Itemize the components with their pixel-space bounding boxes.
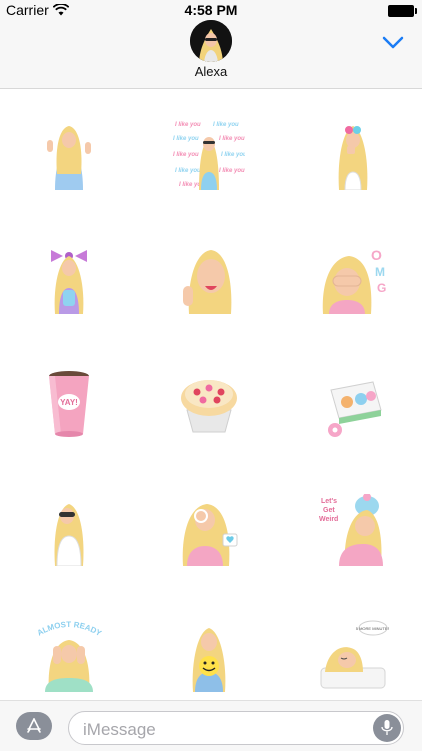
sticker-girl-sunglasses-white[interactable] [33,494,105,566]
microphone-icon [381,720,393,735]
sticker-yay-cup[interactable]: YAY! [33,368,105,440]
sticker-grid: I like you I like you I like you I like … [0,89,422,699]
imessage-input[interactable] [81,718,345,742]
sticker-donut-box[interactable] [317,368,389,440]
svg-text:I like you: I like you [173,152,199,158]
sticker-girl-peace-sign[interactable] [33,118,105,190]
avatar-portrait [190,20,232,62]
sticker-girl-sunglasses-pink[interactable] [317,118,389,190]
svg-text:ALMOST READY: ALMOST READY [36,620,104,638]
sticker-i-like-you[interactable]: I like you I like you I like you I like … [173,118,245,190]
svg-text:M: M [375,265,385,279]
status-bar: Carrier 4:58 PM [0,0,422,20]
svg-text:G: G [377,281,386,295]
svg-text:I like you: I like you [173,136,199,142]
sticker-5-more-minutes[interactable]: 5 MORE MINUTES [317,620,389,692]
svg-text:I like you: I like you [221,152,245,158]
microphone-button[interactable] [373,714,401,742]
sticker-heart-cupcake[interactable] [173,368,245,440]
svg-text:Let's: Let's [321,498,337,505]
svg-text:Get: Get [323,507,335,514]
chevron-down-icon[interactable] [382,36,404,50]
header: Carrier 4:58 PM Alexa [0,0,422,89]
svg-text:I like you: I like you [219,136,245,142]
message-input-bar [0,700,422,751]
contact-avatar[interactable] [190,20,232,62]
sticker-girl-heart-sign[interactable] [173,494,245,566]
battery-icon [388,5,417,17]
svg-text:YAY!: YAY! [60,398,78,407]
appstore-button[interactable] [16,712,52,740]
svg-text:5 MORE MINUTES: 5 MORE MINUTES [356,626,389,631]
sticker-girl-wink-tongue[interactable] [173,242,245,314]
svg-text:Weird: Weird [319,516,338,523]
appstore-icon [27,718,41,733]
sticker-lets-get-weird[interactable]: Let's Get Weird [317,494,389,566]
svg-text:I like you: I like you [175,168,201,174]
sticker-girl-omg[interactable]: O M G [317,242,389,314]
contact-name[interactable]: Alexa [0,64,422,79]
svg-text:I like you: I like you [213,122,239,128]
clock: 4:58 PM [184,2,238,18]
sticker-girl-pink-bow[interactable] [33,242,105,314]
svg-text:O: O [371,247,382,263]
imessage-field[interactable] [68,711,404,745]
svg-text:I like you: I like you [219,168,245,174]
sticker-almost-ready[interactable]: ALMOST READY [33,620,105,692]
sticker-girl-smiley-balloon[interactable] [173,620,245,692]
i-like-you-text-1: I like you [175,122,201,128]
